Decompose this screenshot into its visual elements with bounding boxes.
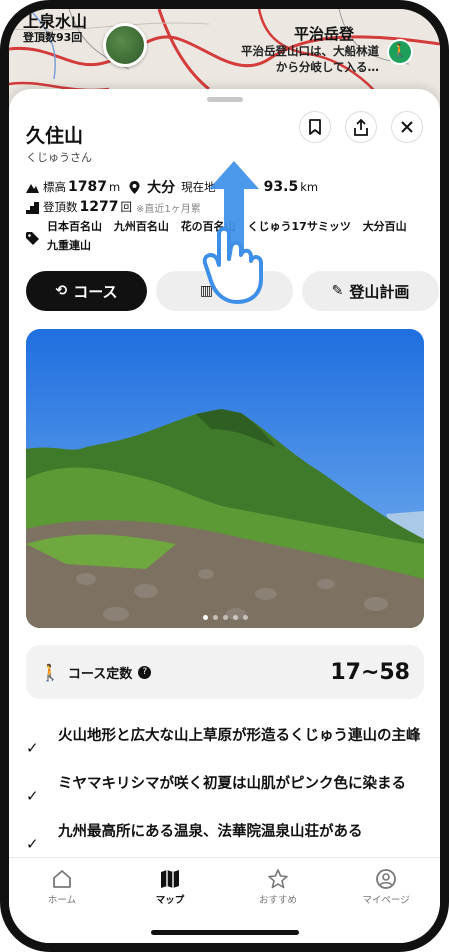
distance-unit: km (300, 180, 319, 194)
tab-course-label: コース (73, 282, 118, 301)
tag-item[interactable]: 九州百名山 (114, 220, 169, 233)
map-trailhead-label: 平治岳登 (294, 25, 355, 43)
user-icon (376, 869, 396, 889)
elevation-value: 1787 (68, 179, 107, 195)
climbs-label: 登頂数 (43, 200, 78, 214)
bottom-nav: ホーム マップ おすすめ マイページ (9, 857, 440, 943)
mountain-photo[interactable] (26, 329, 424, 628)
feature-text: 火山地形と広大な山上草原が形造るくじゅう連山の主峰 (58, 728, 421, 744)
location-pin-icon (129, 180, 140, 194)
nav-mypage-label: マイページ (362, 895, 410, 906)
star-icon (268, 869, 288, 889)
page-dot (232, 615, 238, 620)
bookmark-button[interactable] (299, 111, 331, 143)
bookmark-icon (309, 119, 321, 135)
prefecture: 大分 (147, 180, 176, 196)
phone-frame: 上泉水山 登頂数93回 平治岳登 平治岳登山口は、大船林道から分岐して入る… 🚶… (0, 0, 449, 952)
nav-recommend-label: おすすめ (258, 895, 297, 906)
map-tooltip[interactable]: 平治岳登山口は、大船林道から分岐して入る… (239, 43, 379, 75)
map-peak-label: 上泉水山 登頂数93回 (23, 12, 88, 45)
hiker-icon: 🚶 (40, 662, 60, 682)
nav-mypage[interactable]: マイページ (341, 866, 431, 906)
page-dot (212, 615, 218, 620)
tab-plan-label: 登山計画 (349, 282, 410, 301)
nav-map-label: マップ (155, 895, 185, 906)
close-icon (401, 121, 413, 133)
close-button[interactable] (391, 111, 423, 143)
tag-icon (26, 232, 39, 245)
nav-home[interactable]: ホーム (17, 866, 107, 906)
nav-home-label: ホーム (47, 895, 77, 906)
elevation-unit: m (108, 180, 121, 194)
swipe-up-gesture-icon (202, 161, 263, 304)
mountain-icon (26, 183, 39, 193)
climbs-value: 1277 (79, 199, 119, 215)
tag-item[interactable]: 日本百名山 (47, 220, 102, 233)
hiker-marker-icon[interactable]: 🚶 (387, 39, 413, 65)
map-icon (161, 870, 179, 888)
mountain-kana: くじゅうさん (26, 151, 92, 164)
page-dot (202, 615, 208, 620)
map-peak-count: 登頂数93回 (23, 31, 83, 44)
home-icon (53, 870, 71, 888)
check-icon: ✓ (26, 739, 39, 757)
peak-photo-marker[interactable] (103, 23, 147, 67)
tag-item[interactable]: 大分百山 (363, 220, 407, 233)
help-icon[interactable]: ? (138, 665, 152, 679)
edit-icon: ✎ (331, 283, 344, 299)
map-peak-name: 上泉水山 (23, 12, 88, 31)
course-number-value: 17~58 (330, 659, 410, 685)
photo-page-indicator (26, 615, 424, 620)
route-icon: ⟲ (55, 283, 68, 299)
feature-text: ミヤマキリシマが咲く初夏は山肌がピンク色に染まる (58, 776, 406, 792)
feature-list: ✓ 火山地形と広大な山上草原が形造るくじゅう連山の主峰 ✓ ミヤマキリシマが咲く… (26, 725, 424, 869)
nav-map[interactable]: マップ (125, 866, 215, 906)
tab-course[interactable]: ⟲ コース (26, 271, 147, 311)
tab-plan[interactable]: ✎ 登山計画 (302, 271, 439, 311)
tag-item[interactable]: 九重連山 (47, 239, 91, 252)
nav-recommend[interactable]: おすすめ (233, 866, 323, 906)
mountain-photo-image (26, 329, 424, 628)
check-icon: ✓ (26, 835, 39, 853)
course-number-card: 🚶 コース定数 ? 17~58 (26, 645, 424, 699)
list-item: ✓ ミヤマキリシマが咲く初夏は山肌がピンク色に染まる (26, 773, 424, 805)
feature-text: 九州最高所にある温泉、法華院温泉山荘がある (58, 824, 363, 840)
share-button[interactable] (345, 111, 377, 143)
course-number-label: コース定数 (67, 666, 133, 682)
share-icon (354, 118, 368, 136)
list-item: ✓ 火山地形と広大な山上草原が形造るくじゅう連山の主峰 (26, 725, 424, 757)
mountain-name: 久住山 (26, 125, 84, 147)
check-icon: ✓ (26, 787, 39, 805)
stairs-icon (26, 201, 39, 214)
elevation-label: 標高 (43, 180, 66, 194)
page-dot (222, 615, 228, 620)
page-dot (242, 615, 248, 620)
climbs-unit: 回 (120, 200, 132, 214)
sheet-drag-handle[interactable] (207, 97, 243, 102)
list-item: ✓ 九州最高所にある温泉、法華院温泉山荘がある (26, 821, 424, 853)
climbs-row: 登頂数 1277 回 ※直近1ヶ月累 (26, 199, 201, 215)
home-indicator[interactable] (151, 930, 299, 935)
